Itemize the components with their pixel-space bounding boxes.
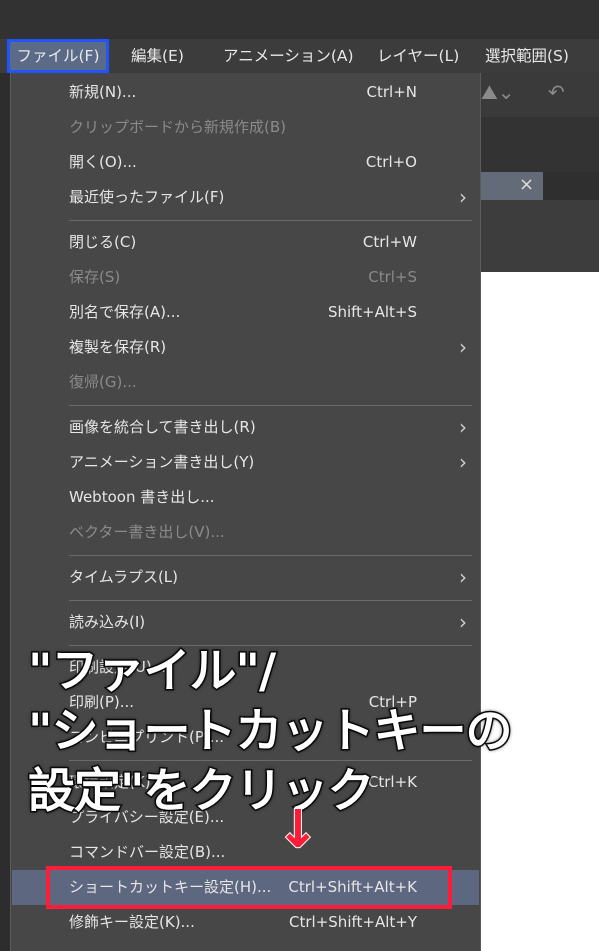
menu-item-label: アニメーション書き出し(Y) [69,453,255,471]
menu-bar: ファイル(F) 編集(E) アニメーション(A) レイヤー(L) 選択範囲(S) [0,39,599,73]
menu-item-command-bar-settings[interactable]: コマンドバー設定(B)... [12,835,479,870]
canvas [479,272,599,951]
menu-divider [69,555,472,556]
menu-item-label: Webtoon 書き出し... [69,488,215,506]
close-icon[interactable]: × [519,174,534,195]
menu-item-label: 閉じる(C) [69,233,137,251]
menu-item-label: 別名で保存(A)... [69,303,181,321]
chevron-right-icon: › [459,450,467,474]
menu-item-recent-files[interactable]: 最近使ったファイル(F) › [12,180,479,215]
menu-item-revert[interactable]: 復帰(G)... [12,365,479,400]
tab-bar [543,172,599,200]
menu-item-open[interactable]: 開く(O)... Ctrl+O [12,145,479,180]
chevron-right-icon: › [459,610,467,634]
menu-item-export-webtoon[interactable]: Webtoon 書き出し... [12,480,479,515]
annotation-line-3: 設定"をクリック [27,763,376,821]
menu-item-label: コマンドバー設定(B)... [69,843,226,861]
undo-icon[interactable]: ↶ [548,80,565,104]
canvas-tab[interactable]: × [479,172,543,200]
menu-item-label: クリップボードから新規作成(B) [69,118,286,136]
shortcut-label: Shift+Alt+S [327,303,417,321]
shortcut-label: Ctrl+S [368,268,417,286]
menu-item-label: 開く(O)... [69,153,137,171]
canvas-margin [479,200,599,272]
menu-item-label: 新規(N)... [69,83,137,101]
highlight-box [46,866,452,909]
chevron-right-icon: › [459,185,467,209]
shortcut-label: Ctrl+W [362,233,417,251]
chevron-right-icon: › [459,335,467,359]
export-icon[interactable]: ⛰⌄ [481,80,515,104]
menu-item-close[interactable]: 閉じる(C) Ctrl+W [12,225,479,260]
menu-divider [69,405,472,406]
shortcut-label: Ctrl+N [366,83,417,101]
menu-layer[interactable]: レイヤー(L) [377,39,459,73]
annotation-line-1: "ファイル"/ [26,643,277,701]
shortcut-label: Ctrl+K [367,773,417,791]
menu-item-save-duplicate[interactable]: 複製を保存(R) › [12,330,479,365]
menu-item-label: 復帰(G)... [69,373,137,391]
red-arrow-icon: ↓ [275,799,321,861]
menu-item-export-animation[interactable]: アニメーション書き出し(Y) › [12,445,479,480]
chevron-right-icon: › [459,415,467,439]
menu-item-timelapse[interactable]: タイムラプス(L) › [12,560,479,595]
menu-item-new-from-clipboard[interactable]: クリップボードから新規作成(B) [12,110,479,145]
menu-item-label: 修飾キー設定(K)... [69,913,195,931]
shortcut-label: Ctrl+O [365,153,417,171]
menu-item-export-vector[interactable]: ベクター書き出し(V)... [12,515,479,550]
shortcut-label: Ctrl+Shift+Alt+Y [289,913,417,931]
menu-item-new[interactable]: 新規(N)... Ctrl+N [12,75,479,110]
menu-item-label: 複製を保存(R) [69,338,167,356]
menu-animation[interactable]: アニメーション(A) [223,39,354,73]
title-bar [0,0,599,39]
chevron-right-icon: › [459,565,467,589]
annotation-line-2: "ショートカットキーの [27,703,514,761]
menu-item-save-as[interactable]: 別名で保存(A)... Shift+Alt+S [12,295,479,330]
menu-item-label: 保存(S) [69,268,121,286]
menu-divider [69,220,472,221]
menu-file[interactable]: ファイル(F) [7,39,109,73]
menu-divider [69,600,472,601]
menu-item-label: 最近使ったファイル(F) [69,188,225,206]
menu-selection[interactable]: 選択範囲(S) [485,39,569,73]
menu-item-label: タイムラプス(L) [69,568,179,586]
menu-item-export-flattened[interactable]: 画像を統合して書き出し(R) › [12,410,479,445]
workspace-panel [479,117,599,172]
menu-item-save[interactable]: 保存(S) Ctrl+S [12,260,479,295]
menu-edit[interactable]: 編集(E) [131,39,184,73]
menu-item-label: ベクター書き出し(V)... [69,523,225,541]
menu-item-label: 画像を統合して書き出し(R) [69,418,256,436]
menu-item-modifier-key-settings[interactable]: 修飾キー設定(K)... Ctrl+Shift+Alt+Y [12,905,479,940]
